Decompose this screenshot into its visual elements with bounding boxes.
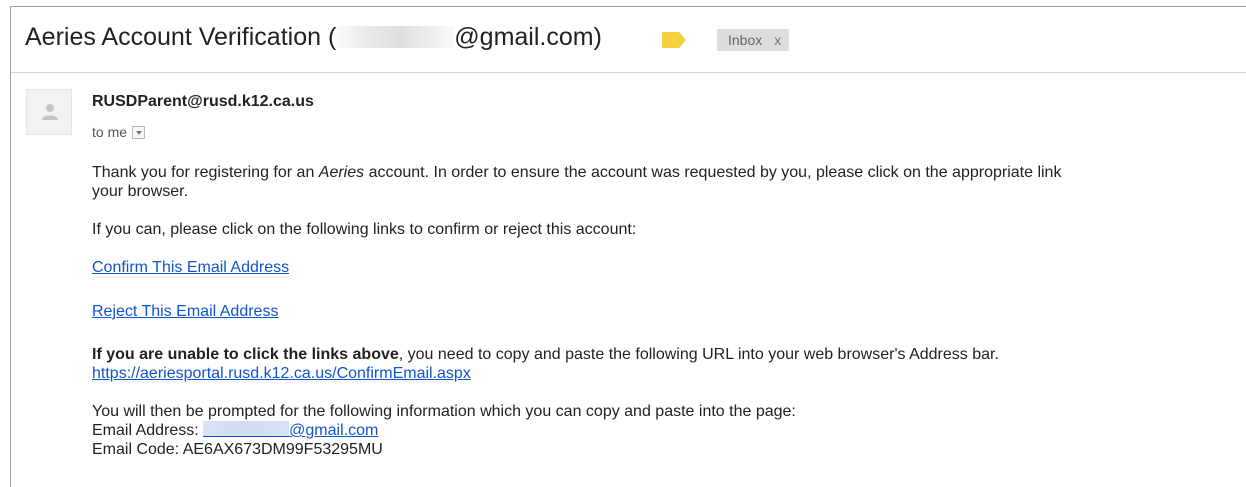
body-text: account. In order to ensure the account …	[364, 164, 1062, 181]
email-subject: Aeries Account Verification ( @gmail.com)	[25, 23, 602, 52]
email-address-line: Email Address: @gmail.com	[92, 421, 1246, 440]
person-icon	[42, 104, 58, 120]
body-text: Thank you for registering for an	[92, 164, 319, 181]
body-paragraph-3: If you are unable to click the links abo…	[92, 345, 1246, 364]
inbox-label[interactable]: Inbox x	[717, 29, 790, 51]
subject-prefix: Aeries Account Verification (	[25, 23, 337, 51]
redacted-email[interactable]	[203, 421, 290, 437]
confirm-url-link[interactable]: https://aeriesportal.rusd.k12.ca.us/Conf…	[92, 365, 471, 382]
subject-bar: Aeries Account Verification ( @gmail.com)…	[11, 7, 1246, 73]
show-details-button[interactable]	[132, 126, 146, 139]
body-emphasis: Aeries	[318, 164, 365, 181]
subject-suffix: @gmail.com)	[454, 23, 602, 51]
label-tag-icon[interactable]	[662, 32, 686, 48]
email-view: Aeries Account Verification ( @gmail.com)…	[10, 6, 1246, 487]
email-address-label: Email Address:	[92, 422, 204, 439]
sender-email[interactable]: RUSDParent@rusd.k12.ca.us	[92, 93, 314, 111]
redacted-area	[336, 26, 455, 48]
body-paragraph-1: Thank you for registering for an Aeries …	[92, 163, 1246, 182]
email-code-line: Email Code: AE6AX673DM99F53295MU	[92, 441, 383, 458]
recipients-line: to me	[92, 124, 146, 140]
confirm-email-link[interactable]: Confirm This Email Address	[92, 259, 289, 276]
inbox-label-text: Inbox	[728, 32, 763, 48]
body-text: , you need to copy and paste the followi…	[398, 346, 999, 363]
body-bold-text: If you are unable to click the links abo…	[92, 346, 399, 363]
email-address-link[interactable]: @gmail.com	[289, 422, 378, 439]
remove-label-button[interactable]: x	[774, 32, 781, 48]
recipients-text: to me	[92, 124, 128, 140]
body-paragraph-2: If you can, please click on the followin…	[92, 221, 637, 238]
message-body: Thank you for registering for an Aeries …	[92, 163, 1246, 459]
body-paragraph-4: You will then be prompted for the follow…	[92, 403, 796, 420]
reject-email-link[interactable]: Reject This Email Address	[92, 303, 278, 320]
avatar[interactable]	[26, 89, 72, 135]
body-paragraph-1-cont: your browser.	[92, 183, 189, 200]
